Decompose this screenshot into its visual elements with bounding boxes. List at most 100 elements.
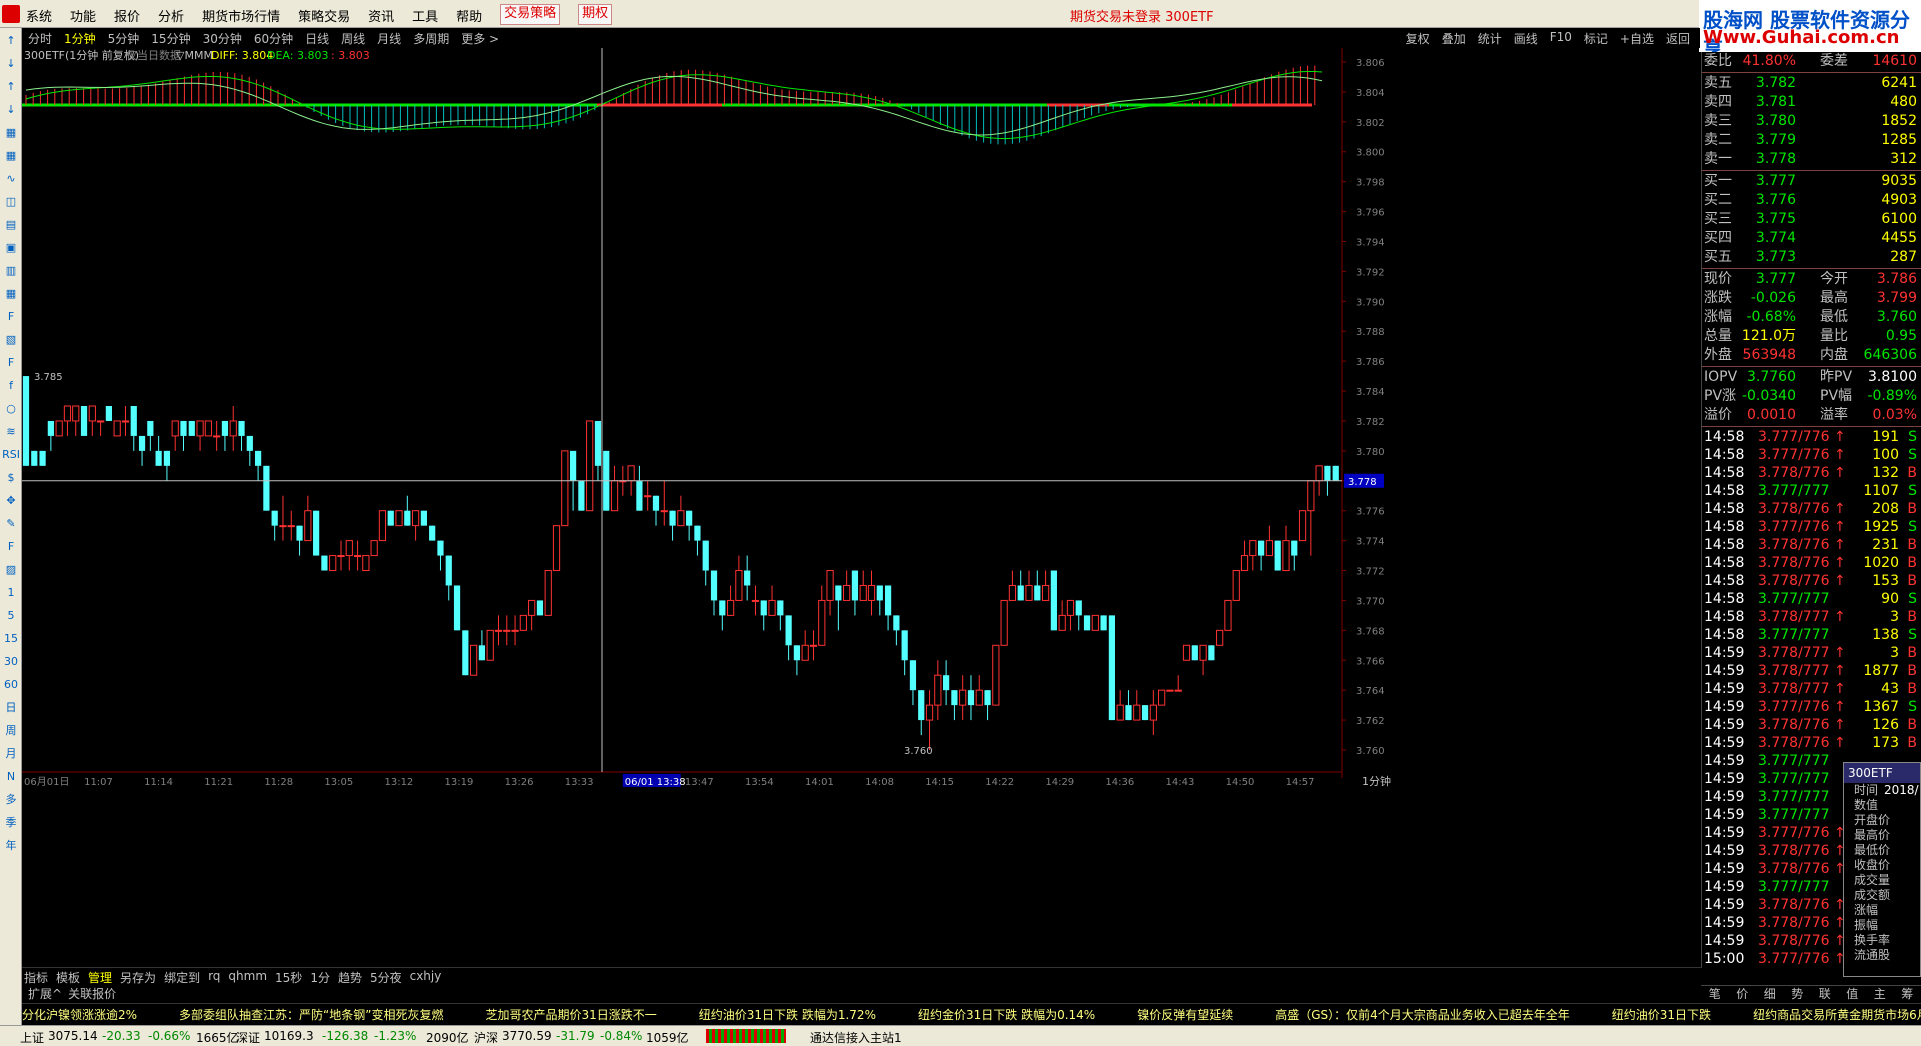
candle[interactable] bbox=[809, 630, 818, 661]
candle[interactable] bbox=[113, 420, 121, 437]
menu-item-highlight[interactable]: 交易策略 bbox=[500, 4, 561, 25]
candle[interactable] bbox=[719, 600, 726, 631]
candle[interactable] bbox=[246, 435, 253, 466]
toolbar-icon[interactable]: ▨ bbox=[2, 561, 20, 579]
candle[interactable] bbox=[893, 615, 900, 646]
toolbar-icon[interactable]: ≋ bbox=[2, 423, 20, 441]
toolbar-icon[interactable]: $ bbox=[2, 469, 20, 487]
menu-item[interactable]: 分析 bbox=[158, 6, 184, 25]
candle[interactable] bbox=[1282, 525, 1290, 572]
toolbar-icon[interactable]: 年 bbox=[2, 837, 20, 855]
toolbar-icon[interactable]: F bbox=[2, 308, 20, 326]
candle[interactable] bbox=[943, 660, 950, 706]
candle[interactable] bbox=[1091, 614, 1099, 631]
candle[interactable] bbox=[1083, 615, 1091, 631]
candle[interactable] bbox=[925, 690, 934, 750]
toolbar-icon[interactable]: ○ bbox=[2, 400, 20, 418]
indicator-tab[interactable]: qhmm bbox=[228, 969, 267, 986]
period-tab[interactable]: 15分钟 bbox=[151, 30, 190, 47]
candle[interactable] bbox=[1158, 689, 1166, 706]
candle[interactable] bbox=[404, 495, 411, 526]
candle[interactable] bbox=[1274, 540, 1281, 571]
indicator-tab[interactable]: 模板 bbox=[56, 969, 80, 986]
candle[interactable] bbox=[1000, 599, 1008, 646]
candle[interactable] bbox=[1199, 644, 1207, 676]
indicator-tab[interactable]: cxhjy bbox=[410, 969, 442, 986]
menu-item[interactable]: 资讯 bbox=[368, 6, 394, 25]
candle[interactable] bbox=[204, 420, 212, 437]
candle[interactable] bbox=[370, 540, 378, 557]
candle[interactable] bbox=[901, 630, 908, 676]
candle[interactable] bbox=[636, 465, 643, 511]
chart-tool-button[interactable]: 标记 bbox=[1584, 30, 1608, 47]
data-window-popup[interactable]: 300ETF 时间 2018/数值 开盘价 最高价 最低价 收盘价 成交量 成交额 涨幅 振幅 换手… bbox=[1843, 762, 1921, 977]
candle[interactable] bbox=[1066, 599, 1075, 631]
candle[interactable] bbox=[238, 420, 245, 451]
toolbar-icon[interactable]: ▦ bbox=[2, 124, 20, 142]
candle[interactable] bbox=[1108, 615, 1116, 721]
candle[interactable] bbox=[851, 570, 859, 616]
quote-tab[interactable]: 值 bbox=[1839, 986, 1867, 1002]
toolbar-icon[interactable]: ∿ bbox=[2, 170, 20, 188]
candle[interactable] bbox=[196, 420, 204, 451]
toolbar-icon[interactable]: 日 bbox=[2, 699, 20, 717]
candle[interactable] bbox=[147, 420, 154, 451]
candle[interactable] bbox=[296, 525, 303, 556]
candle[interactable] bbox=[760, 600, 767, 631]
toolbar-icon[interactable]: F bbox=[2, 354, 20, 372]
candle[interactable] bbox=[138, 435, 146, 466]
indicator-tab[interactable]: 另存为 bbox=[120, 969, 156, 986]
candle[interactable] bbox=[163, 450, 171, 481]
candle[interactable] bbox=[263, 465, 270, 511]
candle[interactable] bbox=[1034, 570, 1041, 601]
candle[interactable] bbox=[552, 525, 561, 572]
candle[interactable] bbox=[1133, 690, 1141, 721]
news-item[interactable]: 纽约商品交易所黄金期货市场6月 bbox=[1753, 1004, 1921, 1025]
candle[interactable] bbox=[536, 600, 544, 616]
candle[interactable] bbox=[710, 570, 718, 616]
candle[interactable] bbox=[478, 630, 486, 661]
candle[interactable] bbox=[329, 555, 337, 572]
candle[interactable] bbox=[586, 420, 594, 512]
candle[interactable] bbox=[395, 510, 403, 527]
toolbar-icon[interactable]: ◫ bbox=[2, 193, 20, 211]
candle[interactable] bbox=[287, 510, 295, 541]
candle[interactable] bbox=[229, 406, 237, 451]
toolbar-icon[interactable]: 15 bbox=[2, 630, 20, 648]
toolbar-icon[interactable]: f bbox=[2, 377, 20, 395]
candle[interactable] bbox=[31, 450, 38, 466]
candle[interactable] bbox=[503, 615, 511, 646]
period-tab[interactable]: 多周期 bbox=[413, 30, 449, 47]
chart-tool-button[interactable]: F10 bbox=[1550, 30, 1572, 47]
candle[interactable] bbox=[1232, 570, 1240, 601]
candle[interactable] bbox=[835, 585, 842, 631]
candle[interactable] bbox=[437, 540, 444, 571]
candle[interactable] bbox=[694, 525, 701, 556]
candle[interactable] bbox=[578, 480, 585, 511]
candle[interactable] bbox=[1125, 690, 1132, 721]
candle[interactable] bbox=[909, 660, 917, 706]
chart-tool-button[interactable]: 复权 bbox=[1406, 30, 1430, 47]
expand-tab[interactable]: 扩展^ bbox=[28, 985, 62, 1002]
candle[interactable] bbox=[155, 435, 162, 466]
menu-item[interactable]: 帮助 bbox=[456, 6, 482, 25]
chart-tool-button[interactable]: +自选 bbox=[1620, 30, 1654, 47]
candle[interactable] bbox=[1058, 600, 1066, 631]
candle[interactable] bbox=[967, 675, 975, 721]
candle[interactable] bbox=[321, 555, 328, 571]
chart-tool-button[interactable]: 画线 bbox=[1514, 30, 1538, 47]
quote-tab[interactable]: 价 bbox=[1729, 986, 1757, 1002]
candle[interactable] bbox=[411, 510, 420, 541]
candle[interactable] bbox=[610, 465, 619, 512]
candle[interactable] bbox=[859, 570, 867, 601]
candle[interactable] bbox=[669, 510, 676, 541]
candle[interactable] bbox=[494, 615, 503, 646]
candle[interactable] bbox=[818, 585, 826, 646]
toolbar-icon[interactable]: 周 bbox=[2, 722, 20, 740]
candle[interactable] bbox=[826, 570, 834, 616]
news-item[interactable]: 纽约油价31日下跌 bbox=[1612, 1004, 1711, 1025]
indicator-tab[interactable]: rq bbox=[208, 969, 220, 986]
candle[interactable] bbox=[279, 495, 287, 541]
candle[interactable] bbox=[1298, 510, 1307, 542]
toolbar-icon[interactable]: ↑ bbox=[2, 78, 20, 96]
